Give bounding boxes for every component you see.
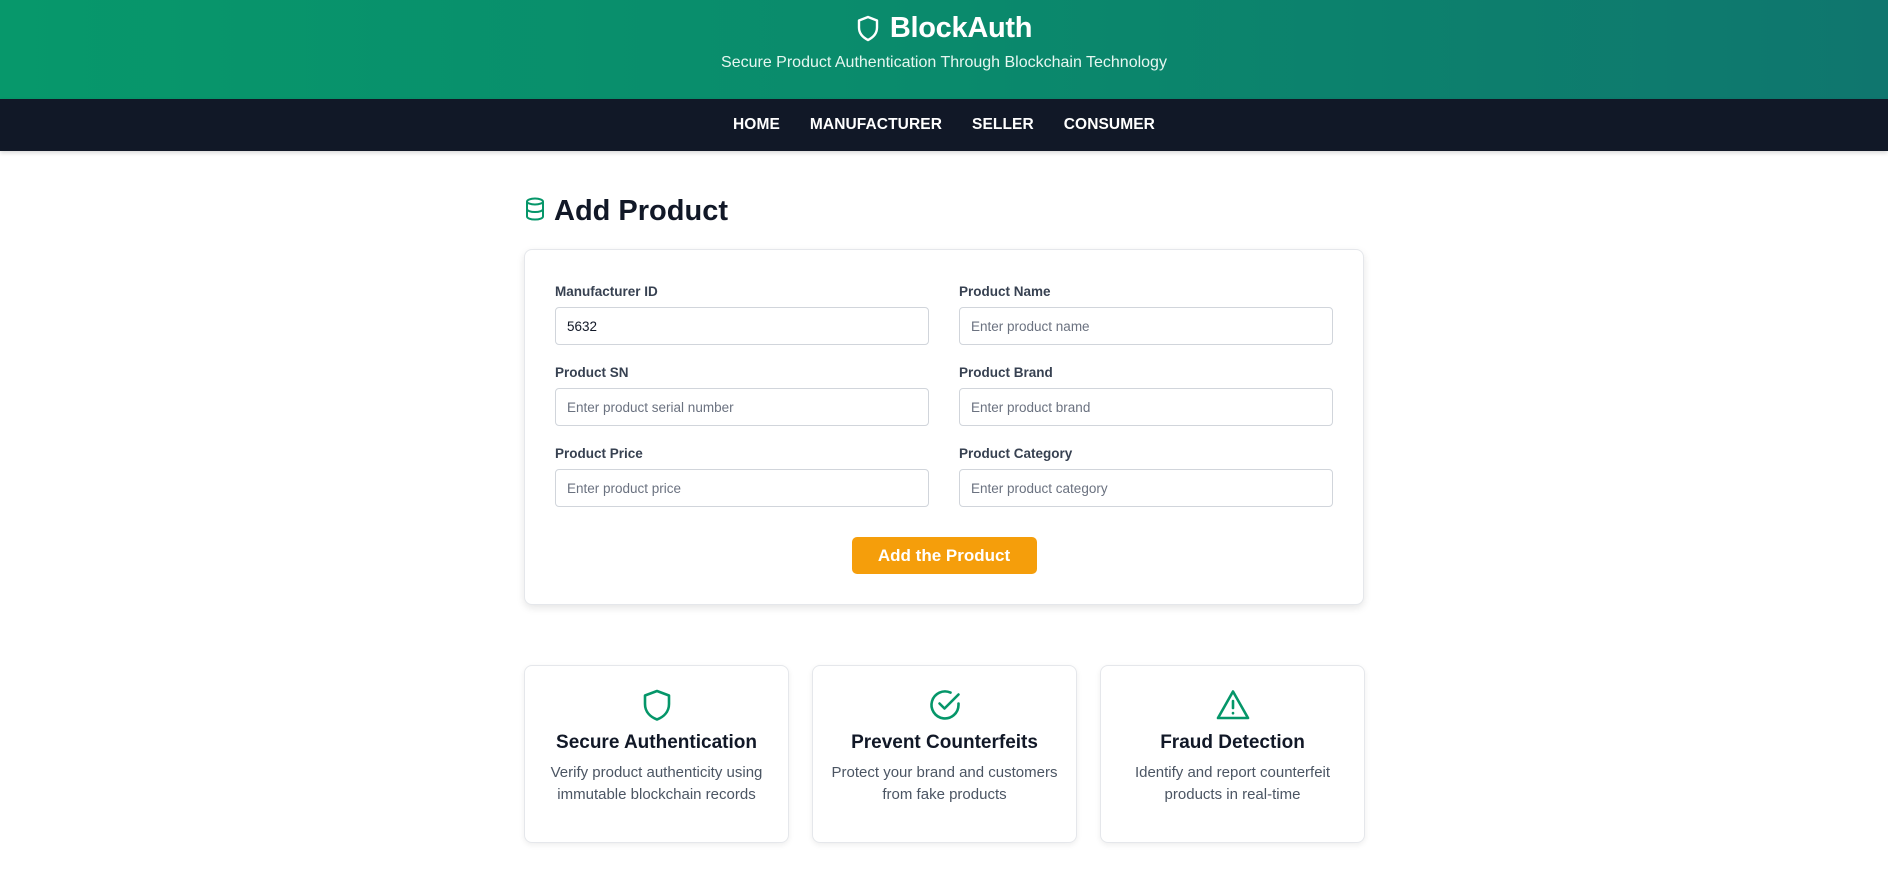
product-brand-label: Product Brand	[959, 365, 1053, 380]
product-brand-field: Product Brand	[959, 365, 1333, 426]
feature-card: Fraud Detection Identify and report coun…	[1100, 665, 1365, 843]
site-header: BlockAuth Secure Product Authentication …	[0, 0, 1888, 99]
main-nav: HOME MANUFACTURER SELLER CONSUMER	[0, 99, 1888, 151]
feature-description: Identify and report counterfeit products…	[1134, 764, 1331, 803]
check-circle-icon	[928, 688, 962, 722]
feature-title: Fraud Detection	[1160, 732, 1305, 753]
main-content: Add Product Manufacturer ID Product Name…	[524, 151, 1365, 843]
feature-description: Verify product authenticity using immuta…	[550, 764, 763, 803]
product-name-field: Product Name	[959, 284, 1333, 345]
features-section: Secure Authentication Verify product aut…	[524, 665, 1365, 843]
add-product-button[interactable]: Add the Product	[851, 537, 1037, 574]
product-price-field: Product Price	[555, 446, 929, 507]
manufacturer-id-label: Manufacturer ID	[555, 284, 658, 299]
add-product-form: Manufacturer ID Product Name Product SN …	[524, 249, 1364, 605]
tagline: Secure Product Authentication Through Bl…	[721, 54, 1167, 71]
feature-card: Prevent Counterfeits Protect your brand …	[812, 665, 1077, 843]
product-name-label: Product Name	[959, 284, 1051, 299]
page-title-text: Add Product	[554, 195, 728, 227]
manufacturer-id-input[interactable]	[555, 307, 929, 345]
product-category-input[interactable]	[959, 469, 1333, 507]
nav-item-consumer[interactable]: CONSUMER	[1049, 116, 1170, 134]
product-sn-field: Product SN	[555, 365, 929, 426]
feature-description: Protect your brand and customers from fa…	[831, 764, 1058, 803]
product-brand-input[interactable]	[959, 388, 1333, 426]
page-title: Add Product	[524, 197, 1364, 226]
product-category-label: Product Category	[959, 446, 1073, 461]
nav-item-home[interactable]: HOME	[718, 116, 795, 134]
brand[interactable]: BlockAuth	[856, 12, 1032, 45]
product-name-input[interactable]	[959, 307, 1333, 345]
brand-title: BlockAuth	[889, 12, 1033, 44]
product-price-input[interactable]	[555, 469, 929, 507]
product-category-field: Product Category	[959, 446, 1333, 507]
database-icon	[524, 197, 546, 226]
nav-item-manufacturer[interactable]: MANUFACTURER	[795, 116, 957, 134]
feature-title: Secure Authentication	[556, 732, 757, 753]
feature-title: Prevent Counterfeits	[851, 732, 1038, 753]
nav-item-seller[interactable]: SELLER	[957, 116, 1049, 134]
feature-card: Secure Authentication Verify product aut…	[524, 665, 789, 843]
shield-icon	[641, 688, 673, 722]
product-price-label: Product Price	[555, 446, 643, 461]
product-sn-input[interactable]	[555, 388, 929, 426]
warning-triangle-icon	[1215, 688, 1251, 722]
product-sn-label: Product SN	[555, 365, 629, 380]
shield-icon	[856, 15, 880, 42]
manufacturer-id-field: Manufacturer ID	[555, 284, 929, 345]
